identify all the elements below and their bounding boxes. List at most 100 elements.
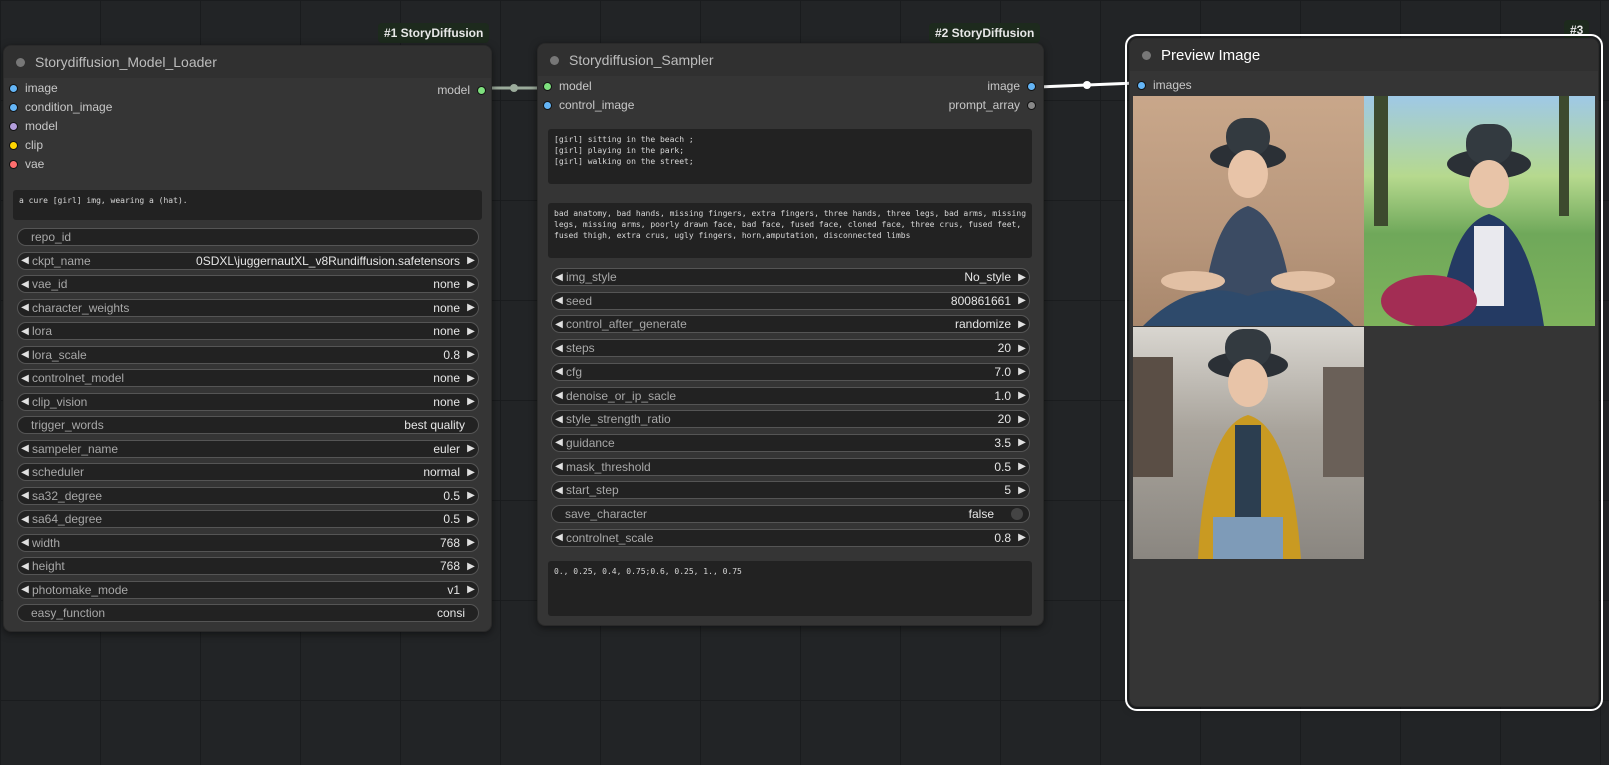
increment-arrow-icon[interactable]: ▶ xyxy=(464,443,478,454)
widget-save-character[interactable]: save_character false xyxy=(551,505,1030,523)
widget-height[interactable]: ◀ height 768 ▶ xyxy=(17,557,479,575)
negative-prompt-textarea[interactable]: bad anatomy, bad hands, missing fingers,… xyxy=(548,203,1032,258)
decrement-arrow-icon[interactable]: ◀ xyxy=(552,414,566,425)
input-port-model[interactable]: model xyxy=(543,77,592,95)
sampler-node[interactable]: Storydiffusion_Sampler model control_imag… xyxy=(537,43,1044,626)
input-port-images[interactable]: images xyxy=(1137,76,1192,94)
decrement-arrow-icon[interactable]: ◀ xyxy=(18,584,32,595)
controlnet-textarea[interactable]: 0., 0.25, 0.4, 0.75;0.6, 0.25, 1., 0.75 xyxy=(548,561,1032,616)
widget-sampeler-name[interactable]: ◀ sampeler_name euler ▶ xyxy=(17,439,479,458)
output-port-prompt-array[interactable]: prompt_array xyxy=(918,96,1036,114)
decrement-arrow-icon[interactable]: ◀ xyxy=(552,390,566,401)
toggle-icon[interactable] xyxy=(1011,508,1023,520)
increment-arrow-icon[interactable]: ▶ xyxy=(1015,532,1029,543)
prompt-textarea[interactable]: a cure [girl] img, wearing a (hat). xyxy=(13,190,482,220)
decrement-arrow-icon[interactable]: ◀ xyxy=(552,461,566,472)
prompt-textarea[interactable]: [girl] sitting in the beach ; [girl] pla… xyxy=(548,129,1032,184)
increment-arrow-icon[interactable]: ▶ xyxy=(464,302,478,313)
widget-sa64-degree[interactable]: ◀ sa64_degree 0.5 ▶ xyxy=(17,510,479,528)
port-dot-icon[interactable] xyxy=(9,83,18,93)
decrement-arrow-icon[interactable]: ◀ xyxy=(18,561,32,572)
decrement-arrow-icon[interactable]: ◀ xyxy=(18,467,32,478)
widget-lora[interactable]: ◀ lora none ▶ xyxy=(17,322,479,340)
widget-guidance[interactable]: ◀ guidance 3.5 ▶ xyxy=(551,433,1030,452)
decrement-arrow-icon[interactable]: ◀ xyxy=(18,443,32,454)
widget-scheduler[interactable]: ◀ scheduler normal ▶ xyxy=(17,463,479,481)
widget-width[interactable]: ◀ width 768 ▶ xyxy=(17,533,479,552)
increment-arrow-icon[interactable]: ▶ xyxy=(464,584,478,595)
widget-lora-scale[interactable]: ◀ lora_scale 0.8 ▶ xyxy=(17,345,479,364)
decrement-arrow-icon[interactable]: ◀ xyxy=(552,366,566,377)
increment-arrow-icon[interactable]: ▶ xyxy=(1015,437,1029,448)
increment-arrow-icon[interactable]: ▶ xyxy=(464,537,478,548)
increment-arrow-icon[interactable]: ▶ xyxy=(464,326,478,337)
increment-arrow-icon[interactable]: ▶ xyxy=(464,373,478,384)
widget-cfg[interactable]: ◀ cfg 7.0 ▶ xyxy=(551,362,1030,381)
increment-arrow-icon[interactable]: ▶ xyxy=(464,255,478,266)
input-port-image[interactable]: image xyxy=(9,79,58,97)
widget-img-style[interactable]: ◀ img_style No_style ▶ xyxy=(551,268,1030,286)
increment-arrow-icon[interactable]: ▶ xyxy=(464,514,478,525)
increment-arrow-icon[interactable]: ▶ xyxy=(1015,485,1029,496)
widget-vae-id[interactable]: ◀ vae_id none ▶ xyxy=(17,275,479,293)
input-port-clip[interactable]: clip xyxy=(9,136,43,154)
decrement-arrow-icon[interactable]: ◀ xyxy=(552,485,566,496)
output-port-image[interactable]: image xyxy=(918,77,1036,95)
widget-mask-threshold[interactable]: ◀ mask_threshold 0.5 ▶ xyxy=(551,457,1030,476)
decrement-arrow-icon[interactable]: ◀ xyxy=(18,326,32,337)
increment-arrow-icon[interactable]: ▶ xyxy=(1015,295,1029,306)
collapse-dot-icon[interactable] xyxy=(1142,50,1151,60)
widget-easy-function[interactable]: easy_function consi xyxy=(17,604,479,622)
widget-steps[interactable]: ◀ steps 20 ▶ xyxy=(551,339,1030,358)
widget-sa32-degree[interactable]: ◀ sa32_degree 0.5 ▶ xyxy=(17,486,479,505)
increment-arrow-icon[interactable]: ▶ xyxy=(464,490,478,501)
widget-character-weights[interactable]: ◀ character_weights none ▶ xyxy=(17,298,479,317)
increment-arrow-icon[interactable]: ▶ xyxy=(1015,366,1029,377)
increment-arrow-icon[interactable]: ▶ xyxy=(1015,461,1029,472)
input-port-vae[interactable]: vae xyxy=(9,155,44,173)
decrement-arrow-icon[interactable]: ◀ xyxy=(552,437,566,448)
collapse-dot-icon[interactable] xyxy=(16,57,25,67)
widget-repo-id[interactable]: repo_id xyxy=(17,228,479,246)
widget-start-step[interactable]: ◀ start_step 5 ▶ xyxy=(551,481,1030,500)
decrement-arrow-icon[interactable]: ◀ xyxy=(18,279,32,290)
input-port-control-image[interactable]: control_image xyxy=(543,96,634,114)
input-port-model[interactable]: model xyxy=(9,117,58,135)
decrement-arrow-icon[interactable]: ◀ xyxy=(18,302,32,313)
preview-image-beach[interactable] xyxy=(1133,96,1364,326)
increment-arrow-icon[interactable]: ▶ xyxy=(464,467,478,478)
port-dot-icon[interactable] xyxy=(1027,100,1036,110)
increment-arrow-icon[interactable]: ▶ xyxy=(464,396,478,407)
widget-style-strength-ratio[interactable]: ◀ style_strength_ratio 20 ▶ xyxy=(551,410,1030,429)
decrement-arrow-icon[interactable]: ◀ xyxy=(552,532,566,543)
widget-control-after-generate[interactable]: ◀ control_after_generate randomize ▶ xyxy=(551,315,1030,334)
increment-arrow-icon[interactable]: ▶ xyxy=(1015,343,1029,354)
increment-arrow-icon[interactable]: ▶ xyxy=(464,561,478,572)
decrement-arrow-icon[interactable]: ◀ xyxy=(18,396,32,407)
widget-controlnet-model[interactable]: ◀ controlnet_model none ▶ xyxy=(17,369,479,387)
increment-arrow-icon[interactable]: ▶ xyxy=(1015,319,1029,330)
decrement-arrow-icon[interactable]: ◀ xyxy=(552,295,566,306)
decrement-arrow-icon[interactable]: ◀ xyxy=(18,537,32,548)
decrement-arrow-icon[interactable]: ◀ xyxy=(552,343,566,354)
increment-arrow-icon[interactable]: ▶ xyxy=(1015,272,1029,283)
widget-trigger-words[interactable]: trigger_words best quality xyxy=(17,416,479,434)
decrement-arrow-icon[interactable]: ◀ xyxy=(18,349,32,360)
preview-image-header[interactable]: Preview Image xyxy=(1130,39,1598,71)
widget-controlnet-scale[interactable]: ◀ controlnet_scale 0.8 ▶ xyxy=(551,528,1030,547)
decrement-arrow-icon[interactable]: ◀ xyxy=(18,373,32,384)
increment-arrow-icon[interactable]: ▶ xyxy=(464,349,478,360)
input-port-condition-image[interactable]: condition_image xyxy=(9,98,112,116)
port-dot-icon[interactable] xyxy=(9,102,18,112)
widget-ckpt-name[interactable]: ◀ ckpt_name 0SDXL\juggernautXL_v8Rundiffus… xyxy=(17,251,479,270)
decrement-arrow-icon[interactable]: ◀ xyxy=(552,272,566,283)
increment-arrow-icon[interactable]: ▶ xyxy=(1015,414,1029,425)
decrement-arrow-icon[interactable]: ◀ xyxy=(18,514,32,525)
decrement-arrow-icon[interactable]: ◀ xyxy=(552,319,566,330)
preview-image-park[interactable] xyxy=(1364,96,1595,326)
widget-denoise-or-ip-sacle[interactable]: ◀ denoise_or_ip_sacle 1.0 ▶ xyxy=(551,386,1030,405)
port-dot-icon[interactable] xyxy=(543,100,552,110)
model-loader-node[interactable]: Storydiffusion_Model_Loader image conditi… xyxy=(3,45,492,632)
port-dot-icon[interactable] xyxy=(9,121,18,131)
port-dot-icon[interactable] xyxy=(543,81,552,91)
